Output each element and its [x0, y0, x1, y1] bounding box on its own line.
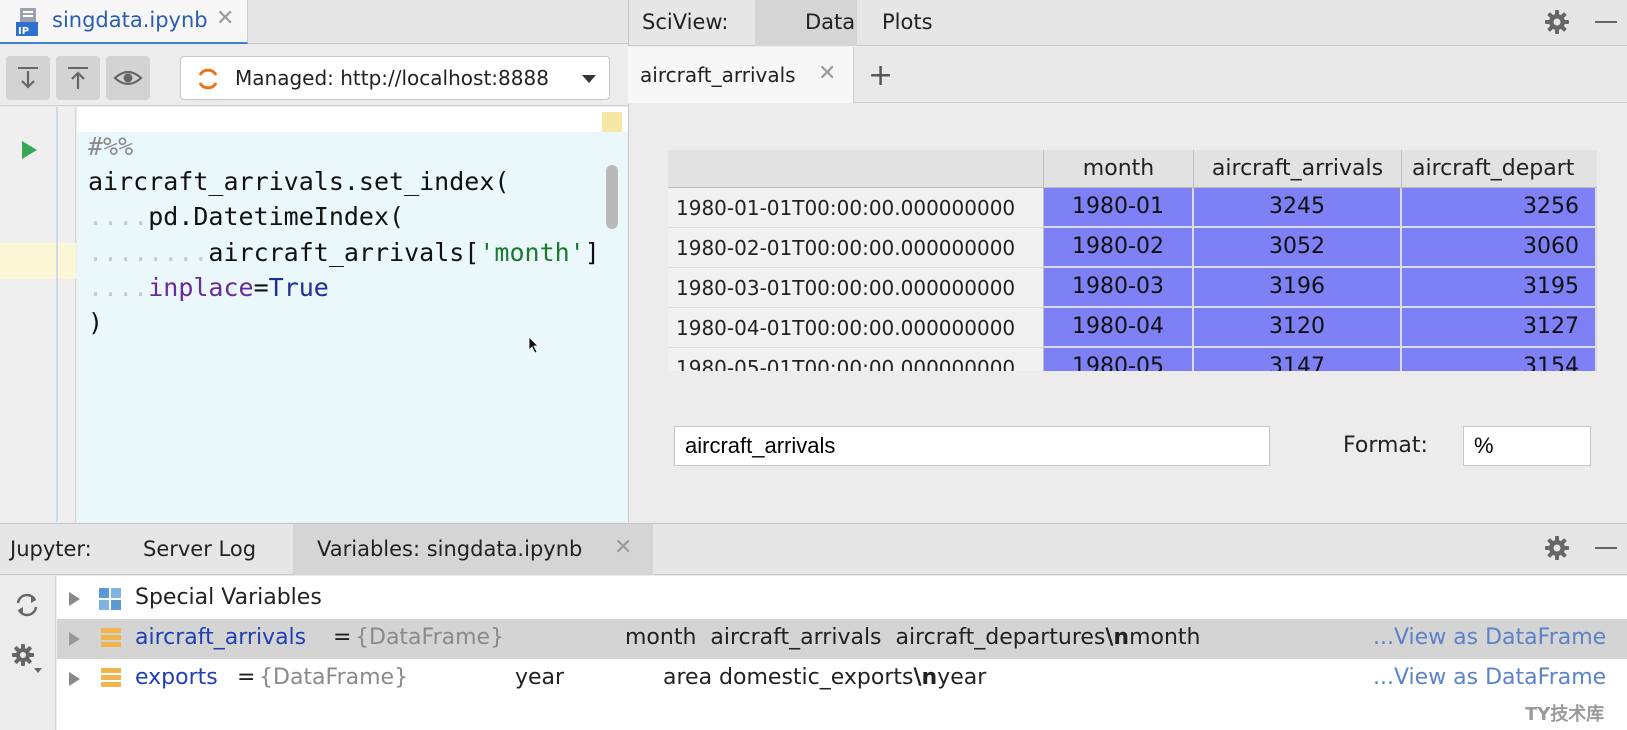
table-cell[interactable]: 3256 [1402, 188, 1597, 228]
code-line-3: ....pd.DatetimeIndex( [88, 202, 405, 231]
table-cell[interactable]: 3120 [1194, 308, 1402, 348]
server-url-label: Managed: http://localhost:8888 [235, 66, 549, 90]
sciview-label: SciView: [642, 10, 729, 34]
add-tab-icon[interactable]: + [868, 58, 893, 93]
table-cell[interactable]: 1980-03 [1044, 268, 1194, 308]
editor-scrollbar[interactable] [606, 165, 618, 229]
format-input[interactable] [1463, 426, 1591, 466]
chevron-down-icon [582, 75, 596, 83]
tab-data-label[interactable]: Data [805, 10, 855, 34]
table-cell[interactable]: 3127 [1402, 308, 1597, 348]
code-line-4: ........aircraft_arrivals['month'] [88, 238, 600, 267]
file-tab-label: singdata.ipynb [52, 8, 208, 32]
dataframe-icon [101, 668, 121, 687]
table-row-index: 1980-03-01T00:00:00.000000000 [668, 268, 1044, 308]
dataframe-icon [101, 628, 121, 647]
variable-preview: area domestic_exports\nyear [663, 665, 987, 690]
tab-aircraft-arrivals-label: aircraft_arrivals [640, 63, 796, 87]
file-tab-singdata[interactable]: IP singdata.ipynb ✕ [0, 0, 248, 44]
run-cell-icon[interactable] [18, 138, 40, 162]
expand-icon[interactable] [66, 591, 82, 607]
slice-input[interactable] [674, 426, 1270, 466]
watermark-label: TY技术库 [1525, 704, 1605, 725]
jupyter-label: Jupyter: [10, 537, 92, 561]
code-line-2: aircraft_arrivals.set_index( [88, 167, 510, 196]
variable-name: aircraft_arrivals [135, 625, 307, 650]
variable-type: {DataFrame} [259, 665, 409, 690]
variable-equals: = [230, 665, 263, 690]
table-row-index: 1980-02-01T00:00:00.000000000 [668, 228, 1044, 268]
special-variables-icon [99, 588, 121, 610]
variable-preview-index: year [515, 665, 565, 690]
table-cell[interactable]: 1980-02 [1044, 228, 1194, 268]
table-cell[interactable]: 3245 [1194, 188, 1402, 228]
minimize-icon[interactable] [1593, 534, 1619, 562]
table-cell[interactable]: 3060 [1402, 228, 1597, 268]
column-header-arrivals[interactable]: aircraft_arrivals [1194, 150, 1402, 188]
table-row-index: 1980-01-01T00:00:00.000000000 [668, 188, 1044, 228]
table-row-index: 1980-05-01T00:00:00.000000000 [668, 348, 1044, 371]
code-line-6: ) [88, 308, 104, 337]
expand-icon[interactable] [66, 671, 82, 687]
expand-icon[interactable] [66, 631, 82, 647]
dataframe-table: month aircraft_arrivals aircraft_depart … [668, 150, 1597, 371]
format-label: Format: [1343, 433, 1428, 458]
notebook-file-icon: IP [16, 8, 38, 36]
variable-type: {DataFrame} [355, 625, 505, 650]
code-line-1: #%% [88, 132, 134, 161]
current-line-highlight [0, 243, 76, 279]
editor-gutter [0, 107, 76, 522]
tab-plots[interactable]: Plots [882, 10, 933, 34]
mouse-cursor-icon [528, 336, 539, 354]
view-as-dataframe-link[interactable]: ...View as DataFrame [1373, 625, 1606, 650]
list-item[interactable]: exports = {DataFrame} year area domestic… [57, 659, 1627, 699]
warning-marker[interactable] [602, 112, 622, 132]
list-item[interactable]: Special Variables [57, 579, 1627, 619]
variable-equals: = [326, 625, 359, 650]
table-cell[interactable]: 1980-04 [1044, 308, 1194, 348]
table-cell[interactable]: 3052 [1194, 228, 1402, 268]
index-header [668, 150, 1044, 188]
jupyter-spinner-icon [198, 68, 218, 90]
table-cell[interactable]: 3196 [1194, 268, 1402, 308]
upload-button[interactable] [56, 56, 100, 100]
tab-variables-label: Variables: singdata.ipynb [317, 537, 583, 561]
table-cell[interactable]: 3147 [1194, 348, 1402, 371]
column-header-month[interactable]: month [1044, 150, 1194, 188]
gutter-divider [56, 107, 58, 522]
tab-server-log[interactable]: Server Log [143, 537, 256, 561]
download-button[interactable] [6, 56, 50, 100]
settings-dropdown-icon[interactable] [10, 642, 44, 676]
file-icon-badge: IP [18, 26, 29, 36]
refresh-icon[interactable] [12, 590, 42, 620]
minimize-icon[interactable] [1593, 8, 1619, 36]
download-icon [18, 67, 38, 89]
close-icon[interactable]: ✕ [216, 6, 234, 31]
variable-name: Special Variables [135, 585, 322, 610]
table-cell[interactable]: 3154 [1402, 348, 1597, 371]
code-line-5: ....inplace=True [88, 273, 329, 302]
column-header-departures[interactable]: aircraft_depart [1402, 150, 1597, 188]
server-select[interactable]: Managed: http://localhost:8888 [180, 56, 610, 100]
table-cell[interactable]: 1980-05 [1044, 348, 1194, 371]
preview-button[interactable] [106, 56, 150, 100]
close-icon[interactable]: ✕ [614, 535, 632, 560]
gear-icon[interactable] [1543, 8, 1571, 36]
upload-icon [68, 67, 88, 89]
table-row-index: 1980-04-01T00:00:00.000000000 [668, 308, 1044, 348]
list-item[interactable]: aircraft_arrivals = {DataFrame} month ai… [57, 619, 1627, 659]
view-as-dataframe-link[interactable]: ...View as DataFrame [1373, 665, 1606, 690]
variable-preview: month aircraft_arrivals aircraft_departu… [625, 625, 1201, 650]
variable-name: exports [135, 665, 218, 690]
editor-top-strip [77, 107, 628, 132]
table-cell[interactable]: 3195 [1402, 268, 1597, 308]
table-cell[interactable]: 1980-01 [1044, 188, 1194, 228]
close-icon[interactable]: ✕ [818, 61, 836, 86]
gear-icon[interactable] [1543, 534, 1571, 562]
eye-icon [113, 70, 143, 86]
